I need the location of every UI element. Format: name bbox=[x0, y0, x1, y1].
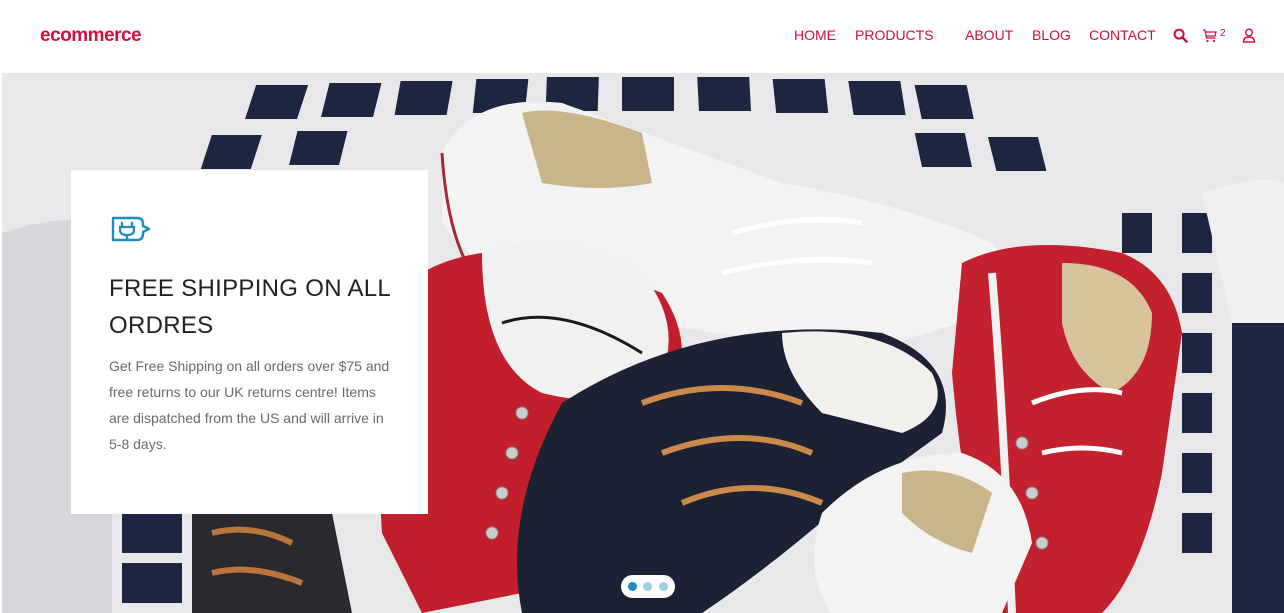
nav-blog[interactable]: BLOG bbox=[1032, 27, 1071, 43]
slider-pagination bbox=[621, 575, 675, 598]
nav-contact[interactable]: CONTACT bbox=[1089, 27, 1156, 43]
promo-title: FREE SHIPPING ON ALL ORDRES bbox=[109, 275, 391, 339]
cart-icon[interactable] bbox=[1202, 29, 1218, 48]
slider-dot-3[interactable] bbox=[659, 582, 668, 591]
top-navigation: ecommerce HOME PRODUCTS ABOUT BLOG CONTA… bbox=[0, 0, 1284, 73]
promo-text: Get Free Shipping on all orders over $75… bbox=[109, 358, 390, 452]
cart-count-badge: 2 bbox=[1220, 28, 1226, 39]
nav-about[interactable]: ABOUT bbox=[965, 27, 1013, 43]
nav-products[interactable]: PRODUCTS bbox=[855, 27, 934, 43]
user-icon[interactable] bbox=[1242, 28, 1256, 48]
slider-dot-2[interactable] bbox=[643, 582, 652, 591]
slider-dot-1[interactable] bbox=[628, 582, 637, 591]
hero-slider: FREE SHIPPING ON ALL ORDRES Get Free Shi… bbox=[2, 73, 1284, 613]
nav-home[interactable]: HOME bbox=[794, 27, 836, 43]
search-icon[interactable] bbox=[1173, 28, 1188, 48]
plug-icon bbox=[109, 214, 153, 249]
promo-card: FREE SHIPPING ON ALL ORDRES Get Free Shi… bbox=[71, 170, 428, 514]
logo[interactable]: ecommerce bbox=[40, 25, 142, 47]
